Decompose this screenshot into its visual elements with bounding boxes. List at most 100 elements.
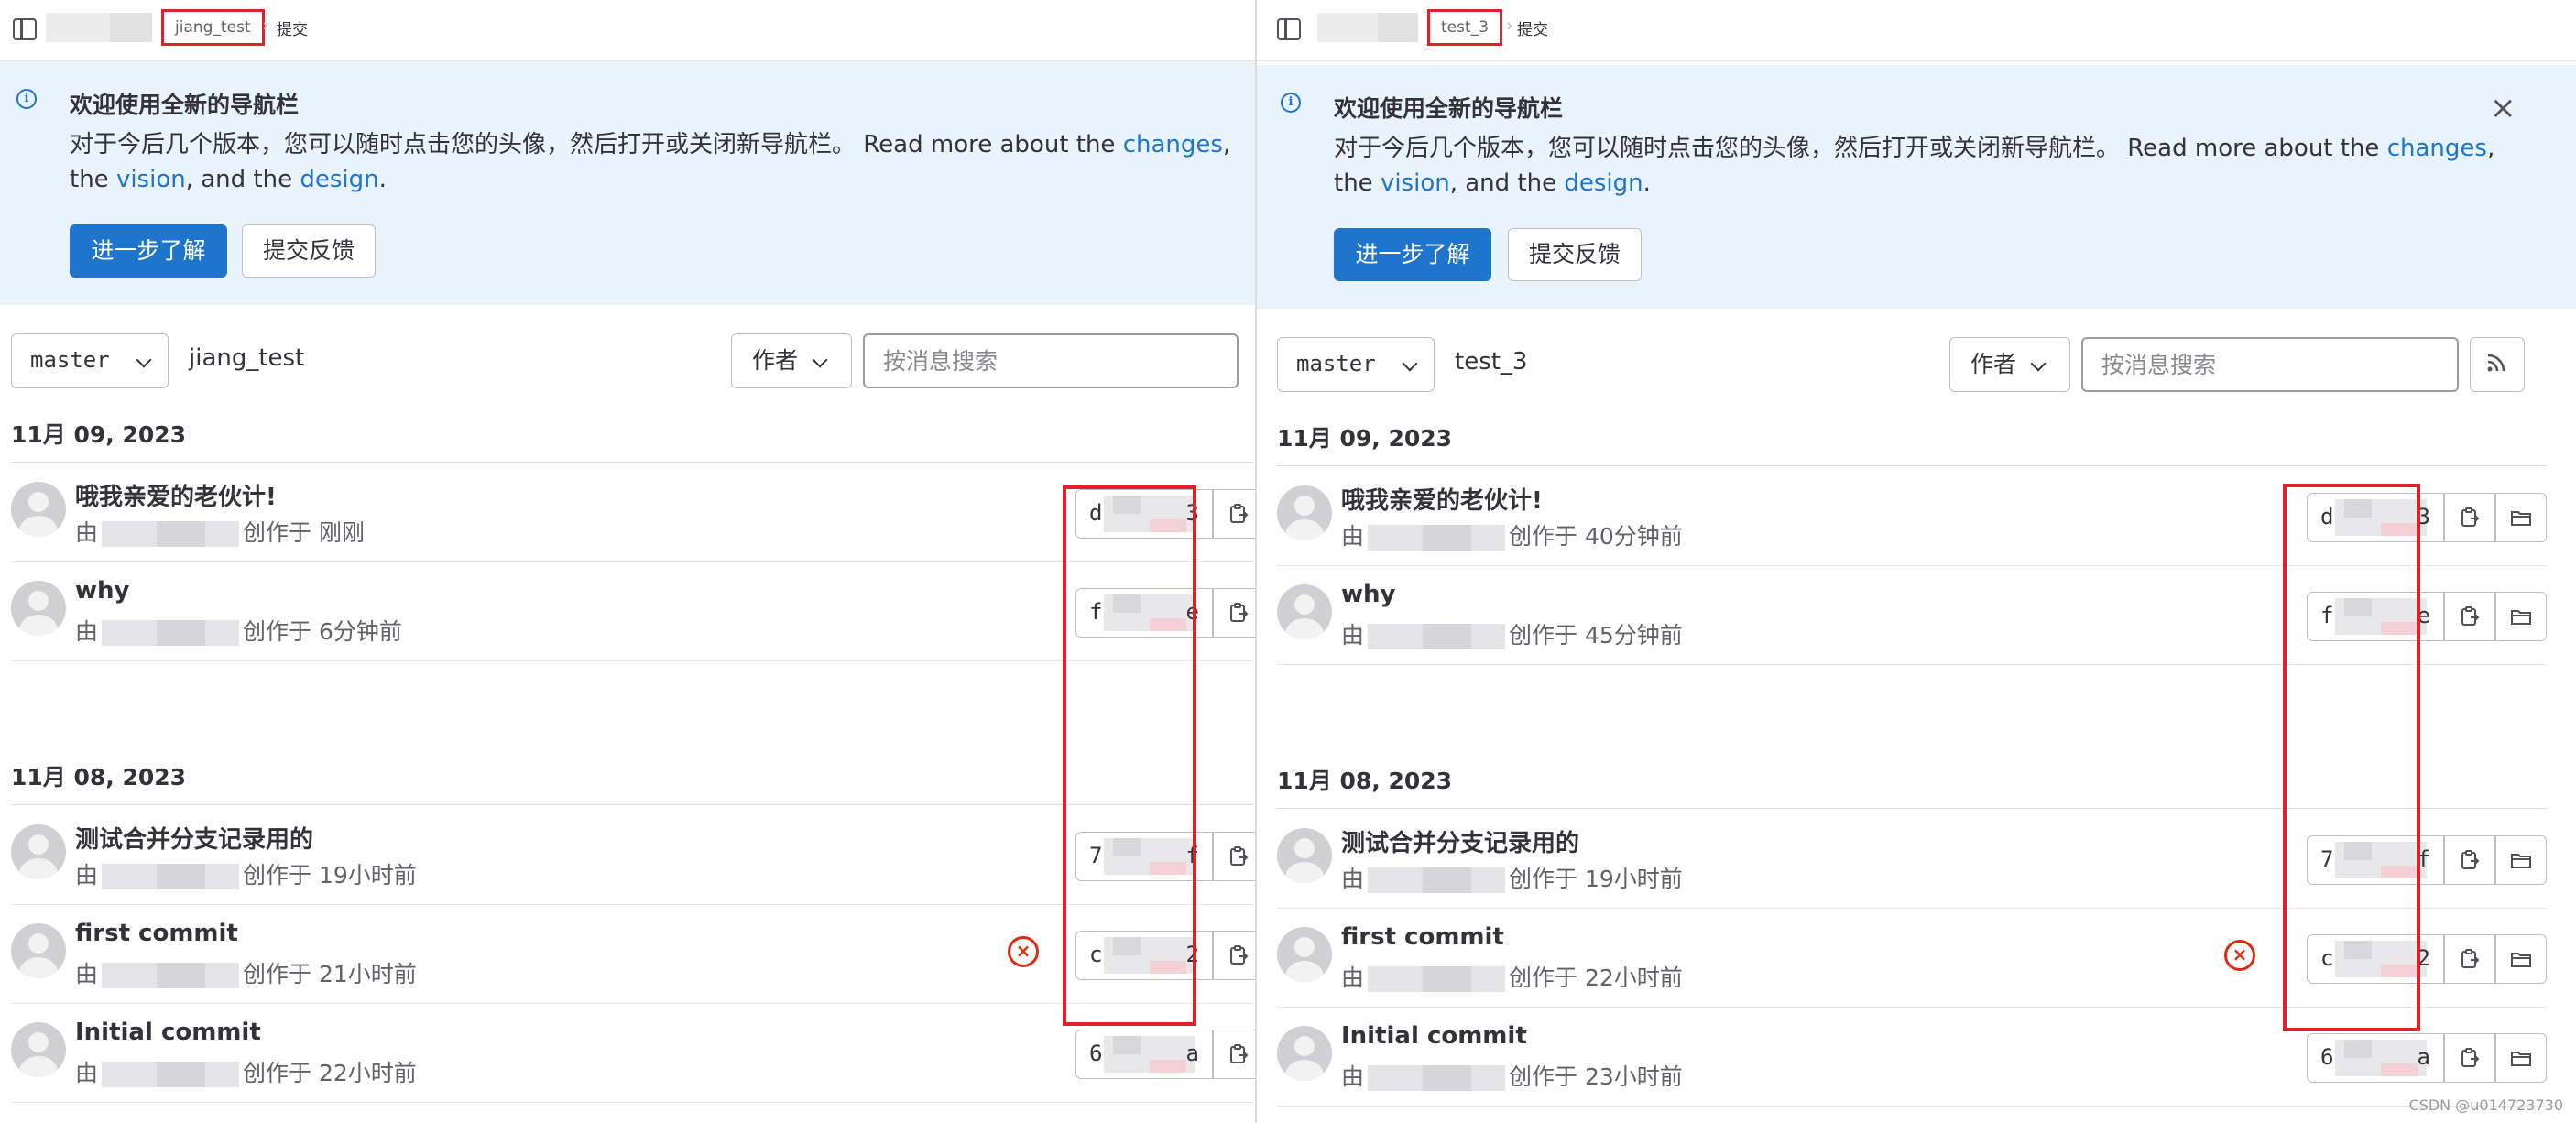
- new-nav-banner: i 欢迎使用全新的导航栏 对于今后几个版本，您可以随时点击您的头像，然后打开或关…: [1257, 65, 2576, 309]
- commit-title[interactable]: first commit: [75, 920, 238, 947]
- author-link[interactable]: [102, 620, 240, 646]
- search-input[interactable]: [863, 333, 1239, 388]
- learn-more-button[interactable]: 进一步了解: [1334, 228, 1491, 281]
- copy-sha-button[interactable]: [1213, 832, 1255, 881]
- copy-sha-button[interactable]: [1213, 489, 1255, 539]
- date-header: 11月 09, 2023: [11, 409, 1253, 463]
- copy-icon: [1230, 945, 1249, 965]
- commit-title[interactable]: 哦我亲爱的老伙计!: [75, 478, 277, 512]
- browse-files-button[interactable]: [2495, 934, 2547, 984]
- author-link[interactable]: [102, 521, 240, 547]
- search-input[interactable]: [2081, 337, 2459, 392]
- status-failed-icon[interactable]: ×: [2224, 940, 2255, 971]
- commit-meta: 由 创作于 21小时前: [75, 956, 417, 989]
- avatar[interactable]: [1277, 584, 1332, 639]
- breadcrumb-current[interactable]: 提交: [277, 16, 308, 39]
- copy-sha-button[interactable]: [2444, 934, 2495, 984]
- status-failed-icon[interactable]: ×: [1008, 936, 1039, 967]
- breadcrumb-project[interactable]: test_3: [1427, 9, 1502, 46]
- copy-sha-button[interactable]: [2444, 592, 2495, 641]
- copy-sha-button[interactable]: [2444, 493, 2495, 542]
- rss-button[interactable]: [2470, 337, 2525, 392]
- avatar[interactable]: [1277, 1026, 1332, 1081]
- commit-title[interactable]: Initial commit: [75, 1019, 261, 1046]
- created-time: 创作于 6分钟前: [243, 618, 402, 645]
- breadcrumb-group[interactable]: [1317, 13, 1418, 42]
- author-label: 作者: [752, 347, 799, 374]
- feedback-button[interactable]: 提交反馈: [1508, 228, 1642, 281]
- commit-title[interactable]: Initial commit: [1341, 1022, 1527, 1050]
- avatar[interactable]: [11, 923, 66, 978]
- commit-meta: 由 创作于 6分钟前: [75, 614, 402, 647]
- avatar[interactable]: [1277, 927, 1332, 982]
- breadcrumb-group[interactable]: [46, 13, 152, 42]
- sidebar-icon[interactable]: [1277, 18, 1301, 40]
- close-icon[interactable]: ×: [2490, 93, 2516, 124]
- avatar[interactable]: [1277, 485, 1332, 540]
- created-time: 创作于 19小时前: [243, 862, 417, 889]
- banner-text: , and the: [185, 166, 300, 193]
- commit-sha-button[interactable]: 6a: [2307, 1033, 2444, 1083]
- changes-link[interactable]: changes: [1123, 131, 1223, 158]
- copy-sha-button[interactable]: [2444, 835, 2495, 885]
- copy-sha-button[interactable]: [2444, 1033, 2495, 1083]
- top-bar: jiang_test › 提交: [0, 0, 1255, 61]
- copy-sha-button[interactable]: [1213, 1030, 1255, 1079]
- commit-title[interactable]: 哦我亲爱的老伙计!: [1341, 482, 1543, 516]
- author-link[interactable]: [1368, 525, 1506, 551]
- author-link[interactable]: [102, 1062, 240, 1087]
- author-link[interactable]: [1368, 867, 1506, 893]
- created-time: 创作于 40分钟前: [1509, 523, 1683, 550]
- changes-link[interactable]: changes: [2387, 135, 2487, 162]
- avatar[interactable]: [11, 482, 66, 537]
- design-link[interactable]: design: [1564, 169, 1643, 197]
- branch-dropdown[interactable]: master: [1277, 337, 1435, 392]
- copy-icon: [2461, 949, 2480, 968]
- author-link[interactable]: [1368, 1065, 1506, 1091]
- vision-link[interactable]: vision: [1381, 169, 1450, 197]
- author-dropdown[interactable]: 作者: [1949, 337, 2070, 392]
- copy-icon: [2461, 507, 2480, 527]
- breadcrumb-project[interactable]: jiang_test: [161, 9, 265, 46]
- browse-files-button[interactable]: [2495, 835, 2547, 885]
- commit-meta: 由 创作于 19小时前: [75, 857, 417, 890]
- design-link[interactable]: design: [300, 166, 378, 193]
- author-link[interactable]: [1368, 966, 1506, 992]
- copy-sha-button[interactable]: [1213, 588, 1255, 638]
- by-label: 由: [1341, 523, 1365, 550]
- breadcrumb-current[interactable]: 提交: [1517, 16, 1548, 39]
- by-label: 由: [75, 862, 99, 889]
- sha-tail: a: [2417, 1044, 2430, 1070]
- browse-files-button[interactable]: [2495, 493, 2547, 542]
- author-link[interactable]: [102, 864, 240, 889]
- author-link[interactable]: [102, 963, 240, 988]
- avatar[interactable]: [11, 824, 66, 879]
- date-header: 11月 09, 2023: [1277, 412, 2547, 466]
- author-dropdown[interactable]: 作者: [731, 333, 852, 388]
- repo-name: jiang_test: [189, 344, 305, 372]
- branch-dropdown[interactable]: master: [11, 333, 169, 388]
- created-time: 创作于 23小时前: [1509, 1063, 1683, 1090]
- commit-title[interactable]: 测试合并分支记录用的: [75, 821, 313, 855]
- sidebar-icon[interactable]: [13, 18, 37, 40]
- avatar[interactable]: [11, 581, 66, 636]
- commit-sha-button[interactable]: 65 a: [1075, 1030, 1213, 1079]
- commit-title[interactable]: 测试合并分支记录用的: [1341, 824, 1579, 858]
- folder-icon: [2511, 610, 2531, 625]
- avatar[interactable]: [1277, 828, 1332, 883]
- vision-link[interactable]: vision: [116, 166, 186, 193]
- copy-icon: [1230, 846, 1249, 866]
- commit-title[interactable]: why: [1341, 581, 1395, 608]
- browse-files-button[interactable]: [2495, 592, 2547, 641]
- author-link[interactable]: [1368, 624, 1506, 649]
- copy-icon: [1230, 504, 1249, 523]
- feedback-button[interactable]: 提交反馈: [242, 224, 376, 278]
- banner-body: 对于今后几个版本，您可以随时点击您的头像，然后打开或关闭新导航栏。 Read m…: [70, 127, 1233, 197]
- commit-title[interactable]: first commit: [1341, 923, 1504, 951]
- folder-icon: [2511, 1052, 2531, 1066]
- copy-sha-button[interactable]: [1213, 931, 1255, 980]
- avatar[interactable]: [11, 1022, 66, 1077]
- browse-files-button[interactable]: [2495, 1033, 2547, 1083]
- learn-more-button[interactable]: 进一步了解: [70, 224, 227, 278]
- commit-title[interactable]: why: [75, 577, 129, 605]
